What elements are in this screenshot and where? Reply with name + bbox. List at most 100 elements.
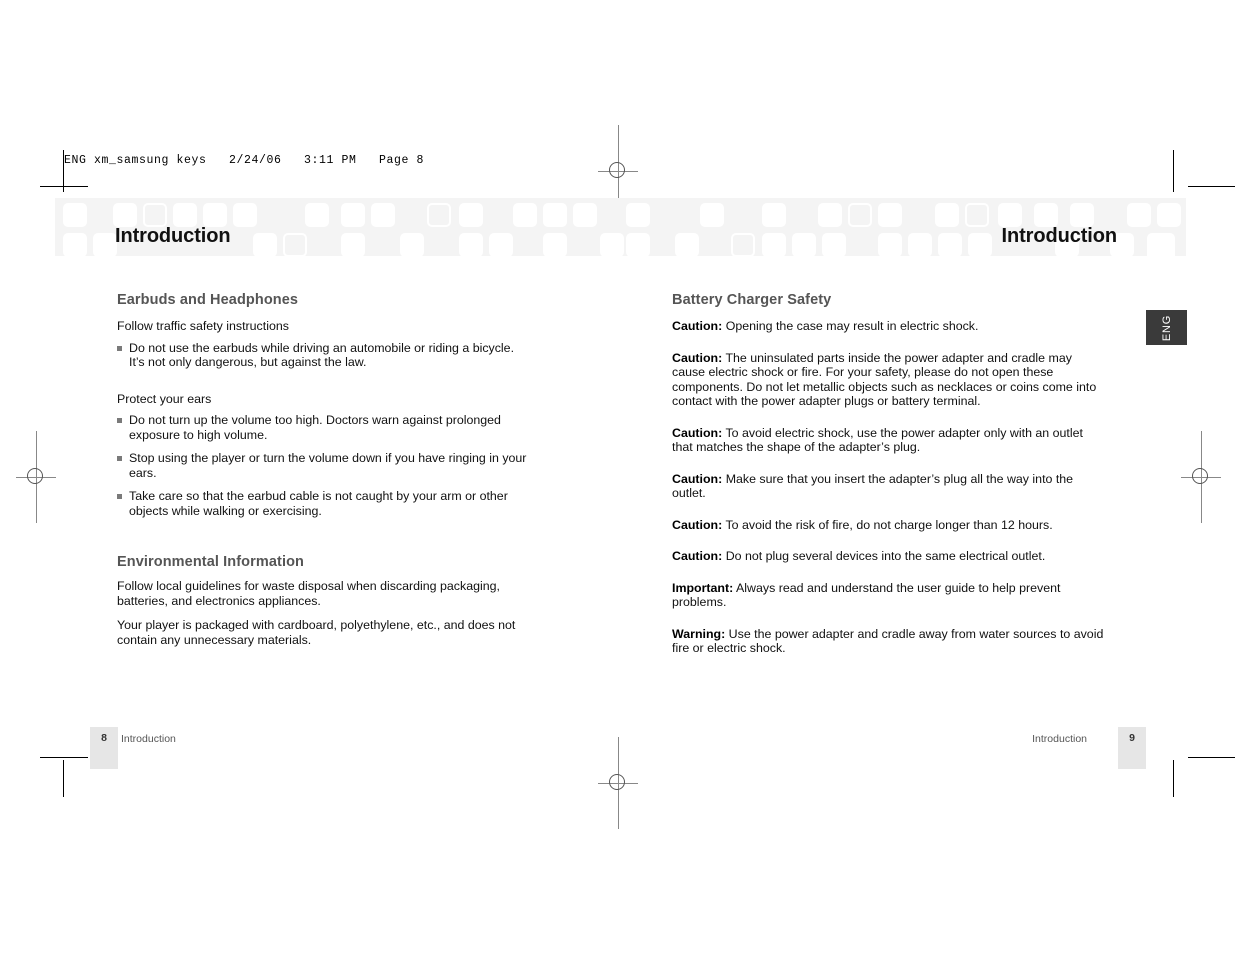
decorative-square — [938, 233, 962, 256]
decorative-square — [626, 203, 650, 227]
decorative-square — [400, 233, 424, 256]
list-item: Stop using the player or turn the volume… — [117, 451, 527, 480]
decorative-square — [998, 203, 1022, 227]
decorative-square — [371, 203, 395, 227]
list-item: Do not turn up the volume too high. Doct… — [117, 413, 527, 442]
decorative-square — [935, 203, 959, 227]
decorative-square — [113, 203, 137, 227]
notice-text: Make sure that you insert the adapter’s … — [672, 471, 1074, 501]
decorative-square-outline — [427, 203, 451, 227]
decorative-square — [818, 203, 842, 227]
decorative-square — [878, 233, 902, 256]
notice-caution-3: Caution: To avoid electric shock, use th… — [672, 426, 1104, 455]
notice-caution-5: Caution: To avoid the risk of fire, do n… — [672, 518, 1104, 533]
decorative-square — [173, 203, 197, 227]
right-page-content: Battery Charger Safety Caution: Opening … — [672, 292, 1104, 673]
decorative-square-outline — [283, 233, 307, 256]
decorative-square — [908, 233, 932, 256]
lead-protect-your-ears: Protect your ears — [117, 391, 212, 406]
registration-ring — [609, 774, 625, 790]
list-item: Take care so that the earbud cable is no… — [117, 489, 527, 518]
section-heading-battery-charger-safety: Battery Charger Safety — [672, 292, 832, 308]
trim-mark-bottom-left-vertical — [63, 760, 64, 797]
trim-mark-bottom-right-horizontal — [1188, 757, 1235, 758]
notice-caution-2: Caution: The uninsulated parts inside th… — [672, 351, 1104, 409]
footer-label-left: Introduction — [121, 733, 176, 745]
trim-mark-top-right-horizontal — [1188, 186, 1235, 187]
decorative-square — [203, 203, 227, 227]
decorative-square — [675, 233, 699, 256]
section-heading-environmental: Environmental Information — [117, 554, 304, 570]
notice-text: To avoid electric shock, use the power a… — [672, 425, 1083, 455]
notice-caution-1: Caution: Opening the case may result in … — [672, 319, 1104, 334]
decorative-square — [1070, 203, 1094, 227]
decorative-square — [1157, 203, 1181, 227]
notice-text: To avoid the risk of fire, do not charge… — [722, 517, 1053, 532]
decorative-square — [341, 233, 365, 256]
decorative-square-outline — [143, 203, 167, 227]
page-number-left: 8 — [101, 732, 107, 744]
trim-mark-bottom-left-horizontal — [40, 757, 88, 758]
registration-mark-left-center — [16, 431, 56, 523]
decorative-square — [1127, 203, 1151, 227]
notice-text: Use the power adapter and cradle away fr… — [672, 626, 1104, 656]
decorative-square — [1034, 203, 1058, 227]
paragraph-packaging: Your player is packaged with cardboard, … — [117, 618, 516, 647]
notice-label: Caution: — [672, 319, 723, 333]
footer-label-right: Introduction — [1032, 733, 1087, 745]
decorative-square — [573, 203, 597, 227]
list-item: Do not use the earbuds while driving an … — [117, 341, 527, 370]
registration-mark-right-center — [1181, 431, 1221, 523]
decorative-square — [489, 233, 513, 256]
decorative-square — [792, 233, 816, 256]
decorative-square — [543, 203, 567, 227]
decorative-square-outline — [731, 233, 755, 256]
notice-label: Important: — [672, 580, 734, 595]
decorative-square — [626, 233, 650, 256]
notice-caution-6: Caution: Do not plug several devices int… — [672, 549, 1104, 564]
notice-text: The uninsulated parts inside the power a… — [672, 350, 1097, 409]
decorative-square — [878, 203, 902, 227]
decorative-square — [233, 203, 257, 227]
bullet-list-protect-ears: Do not turn up the volume too high. Doct… — [117, 413, 527, 518]
running-head-title-right: Introduction — [1001, 225, 1118, 247]
notice-text: Do not plug several devices into the sam… — [722, 549, 1046, 563]
decorative-square — [762, 233, 786, 256]
decorative-square — [341, 203, 365, 227]
trim-mark-top-left-horizontal — [40, 186, 88, 187]
notice-label: Caution: — [672, 471, 723, 486]
decorative-square — [63, 233, 87, 256]
language-side-tab-label: ENG — [1160, 314, 1173, 341]
left-page-content: Earbuds and Headphones Follow traffic sa… — [117, 292, 527, 657]
registration-ring — [609, 162, 625, 178]
notice-warning: Warning: Use the power adapter and cradl… — [672, 627, 1104, 656]
registration-ring — [1192, 468, 1208, 484]
bullet-list-traffic-safety: Do not use the earbuds while driving an … — [117, 341, 527, 370]
decorative-square — [762, 203, 786, 227]
notice-label: Caution: — [672, 517, 723, 532]
notice-label: Caution: — [672, 425, 723, 440]
trim-mark-top-right-vertical — [1173, 150, 1174, 192]
decorative-square-outline — [965, 203, 989, 227]
decorative-square — [600, 233, 624, 256]
decorative-square — [700, 203, 724, 227]
decorative-square — [305, 203, 329, 227]
prepress-slug-line: ENG xm_samsung keys 2/24/06 3:11 PM Page… — [64, 154, 425, 167]
page-number-right: 9 — [1129, 732, 1135, 744]
decorative-square — [968, 233, 992, 256]
registration-ring — [27, 468, 43, 484]
decorative-square — [1147, 233, 1175, 256]
decorative-square — [543, 233, 567, 256]
language-side-tab: ENG — [1146, 310, 1187, 345]
notice-important: Important: Always read and understand th… — [672, 581, 1104, 610]
notice-label: Caution: — [672, 549, 723, 563]
running-head-title-left: Introduction — [115, 225, 231, 247]
registration-mark-bottom-center — [598, 737, 638, 829]
running-head-band: Introduction Introduction — [55, 198, 1186, 256]
notice-caution-4: Caution: Make sure that you insert the a… — [672, 472, 1104, 501]
section-heading-earbuds: Earbuds and Headphones — [117, 292, 299, 308]
decorative-square — [93, 233, 117, 256]
decorative-square — [513, 203, 537, 227]
